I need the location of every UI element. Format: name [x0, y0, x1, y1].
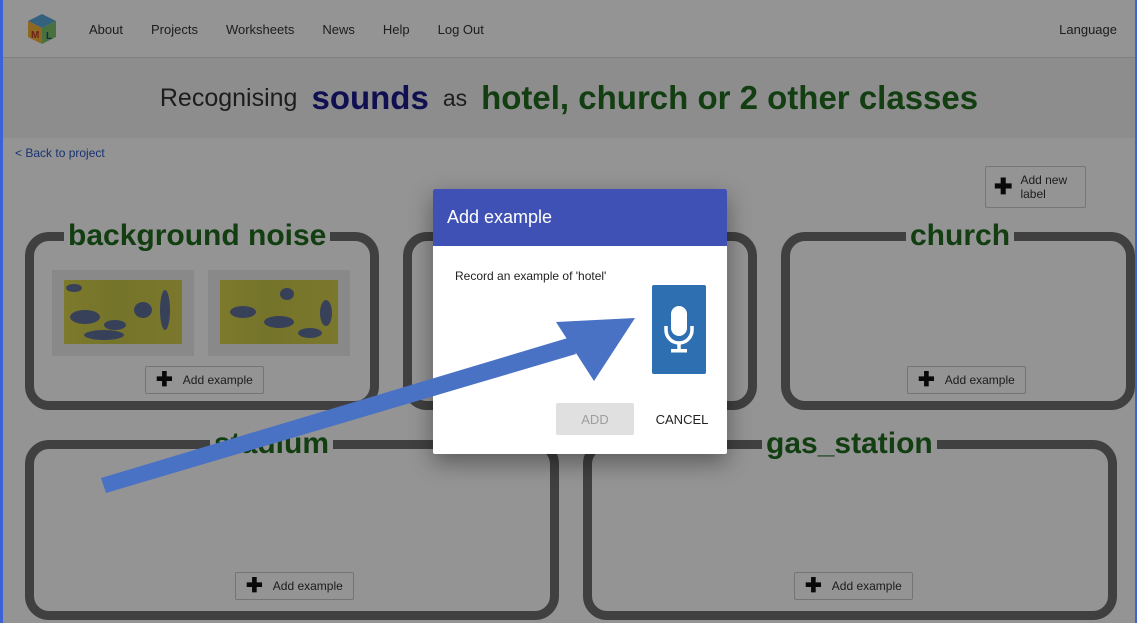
- dialog-add-button[interactable]: ADD: [556, 403, 634, 435]
- add-example-dialog: Add example Record an example of 'hotel'…: [433, 189, 727, 454]
- app-frame: M L About Projects Worksheets News Help …: [0, 0, 1137, 623]
- record-button[interactable]: [652, 285, 706, 374]
- dialog-message: Record an example of 'hotel': [455, 269, 607, 283]
- dialog-title: Add example: [433, 189, 727, 246]
- microphone-icon: [664, 305, 694, 352]
- dialog-cancel-button[interactable]: CANCEL: [646, 403, 718, 435]
